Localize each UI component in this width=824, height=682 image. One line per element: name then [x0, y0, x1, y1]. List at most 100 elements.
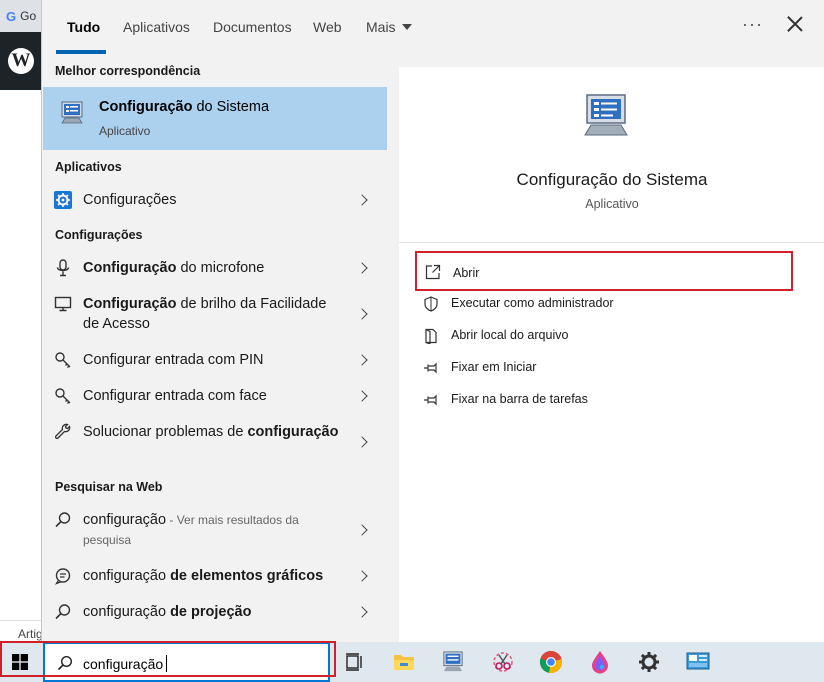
- chevron-right-icon[interactable]: [356, 308, 368, 320]
- open-icon: [425, 264, 441, 280]
- results-list: Melhor correspondência Configuração do S…: [42, 56, 387, 642]
- tab-all[interactable]: Tudo: [67, 19, 100, 35]
- tab-documents[interactable]: Documentos: [213, 19, 292, 35]
- detail-title: Configuração do Sistema: [516, 170, 708, 189]
- list-item-face-setting[interactable]: Configurar entrada com face: [43, 384, 387, 408]
- search-panel: Tudo Aplicativos Documentos Web Mais ···…: [41, 0, 824, 642]
- detail-pane: Configuração do Sistema Aplicativo Abrir…: [399, 67, 824, 642]
- wordpress-icon[interactable]: W: [8, 48, 34, 74]
- close-icon[interactable]: [785, 14, 805, 34]
- list-item-label: configuração de elementos gráficos: [83, 566, 343, 586]
- label-rest: do microfone: [176, 260, 265, 276]
- action-open[interactable]: Abrir: [415, 251, 793, 291]
- paint-icon[interactable]: [588, 650, 612, 674]
- system-config-icon: [61, 101, 83, 124]
- best-match-title-bold: Configuração: [99, 99, 193, 115]
- task-view-glyph: [346, 653, 362, 671]
- list-item-pin-setting[interactable]: Configurar entrada com PIN: [43, 348, 387, 372]
- control-panel-glyph: [686, 652, 710, 670]
- list-item-web-result[interactable]: configuração - Ver mais resultados da pe…: [43, 508, 387, 552]
- best-match-subtitle: Aplicativo: [99, 124, 151, 138]
- action-run-as-admin[interactable]: Executar como administrador: [415, 288, 793, 320]
- system-config-icon: [584, 94, 628, 136]
- pin-icon: [424, 362, 437, 374]
- chevron-down-icon: [401, 24, 412, 30]
- label-rest: configuração: [83, 568, 171, 584]
- list-item-web-result[interactable]: configuração de projeção: [43, 600, 387, 624]
- chevron-right-icon[interactable]: [356, 262, 368, 274]
- list-item-label: Configuração do microfone: [83, 258, 343, 278]
- action-label: Fixar na barra de tarefas: [451, 392, 588, 406]
- chevron-right-icon[interactable]: [356, 570, 368, 582]
- folder-glyph: [394, 655, 414, 670]
- shield-icon: [424, 296, 438, 312]
- action-label: Abrir: [453, 266, 480, 280]
- key-icon: [55, 352, 71, 368]
- system-config-glyph: [443, 651, 463, 672]
- scissors-glyph: [493, 652, 513, 672]
- list-item-label: Configurar entrada com PIN: [83, 352, 264, 368]
- task-view-icon[interactable]: [342, 650, 366, 674]
- detail-subtitle: Aplicativo: [585, 197, 639, 211]
- control-panel-icon[interactable]: [686, 650, 710, 674]
- label-bold: de elementos gráficos: [170, 568, 324, 584]
- apps-header: Aplicativos: [55, 160, 122, 174]
- action-label: Fixar em Iniciar: [451, 360, 537, 374]
- action-pin-to-start[interactable]: Fixar em Iniciar: [415, 352, 793, 384]
- list-item-troubleshoot-setting[interactable]: Solucionar problemas de configuração: [43, 420, 387, 464]
- google-icon: G: [6, 8, 17, 24]
- tab-web[interactable]: Web: [313, 19, 342, 35]
- label-bold: de projeção: [170, 604, 252, 620]
- search-highlight-box: [0, 641, 336, 677]
- paint-drop-glyph: [592, 651, 608, 674]
- search-icon: [55, 512, 71, 528]
- list-item-label: configuração - Ver mais resultados da pe…: [83, 510, 343, 550]
- list-item-microphone-setting[interactable]: Configuração do microfone: [43, 256, 387, 280]
- list-item-web-result[interactable]: configuração de elementos gráficos: [43, 564, 387, 588]
- action-open-file-location[interactable]: Abrir local do arquivo: [415, 320, 793, 352]
- chevron-right-icon[interactable]: [356, 194, 368, 206]
- list-item-settings-app[interactable]: Configurações: [43, 188, 387, 212]
- list-item-label: Solucionar problemas de configuração: [83, 422, 343, 442]
- chevron-right-icon[interactable]: [356, 436, 368, 448]
- best-match-item[interactable]: Configuração do Sistema Aplicativo: [43, 87, 387, 150]
- chevron-right-icon[interactable]: [356, 390, 368, 402]
- tab-apps[interactable]: Aplicativos: [123, 19, 190, 35]
- background-article-text: Artig: [0, 620, 42, 642]
- wrench-icon: [54, 423, 71, 440]
- action-label: Executar como administrador: [451, 296, 614, 310]
- label-bold: Configuração: [83, 296, 177, 312]
- chevron-right-icon[interactable]: [356, 524, 368, 536]
- gear-glyph: [639, 652, 659, 672]
- search-icon: [55, 604, 71, 620]
- best-match-header: Melhor correspondência: [55, 64, 201, 78]
- best-match-title-rest: do Sistema: [192, 99, 270, 115]
- ellipsis-icon[interactable]: ···: [742, 14, 763, 35]
- label-rest: Solucionar problemas de: [83, 424, 248, 440]
- settings-icon[interactable]: [637, 650, 661, 674]
- list-item-brightness-setting[interactable]: Configuração de brilho da Facilidade de …: [43, 292, 387, 336]
- file-explorer-icon[interactable]: [392, 650, 416, 674]
- chevron-right-icon[interactable]: [356, 354, 368, 366]
- settings-header: Configurações: [55, 228, 143, 242]
- list-item-label: configuração de projeção: [83, 602, 343, 622]
- search-scope-tabs: Tudo Aplicativos Documentos Web Mais ···: [42, 0, 824, 56]
- chevron-right-icon[interactable]: [356, 606, 368, 618]
- list-item-label: Configuração de brilho da Facilidade de …: [83, 294, 343, 334]
- chrome-icon[interactable]: [539, 650, 563, 674]
- label-bold: configuração: [247, 424, 339, 440]
- snipping-tool-icon[interactable]: [491, 650, 515, 674]
- web-header: Pesquisar na Web: [55, 480, 163, 494]
- gear-icon: [54, 191, 72, 209]
- file-location-icon: [425, 328, 437, 344]
- label-rest: configuração: [83, 604, 171, 620]
- key-icon: [55, 388, 71, 404]
- tab-more-label: Mais: [366, 19, 396, 35]
- action-pin-to-taskbar[interactable]: Fixar na barra de tarefas: [415, 384, 793, 416]
- tab-more[interactable]: Mais: [366, 19, 412, 35]
- pin-icon: [424, 394, 437, 406]
- list-item-label: Configurações: [83, 192, 177, 208]
- list-item-label: Configurar entrada com face: [83, 388, 267, 404]
- detail-divider: [399, 242, 824, 243]
- system-config-icon[interactable]: [441, 650, 465, 674]
